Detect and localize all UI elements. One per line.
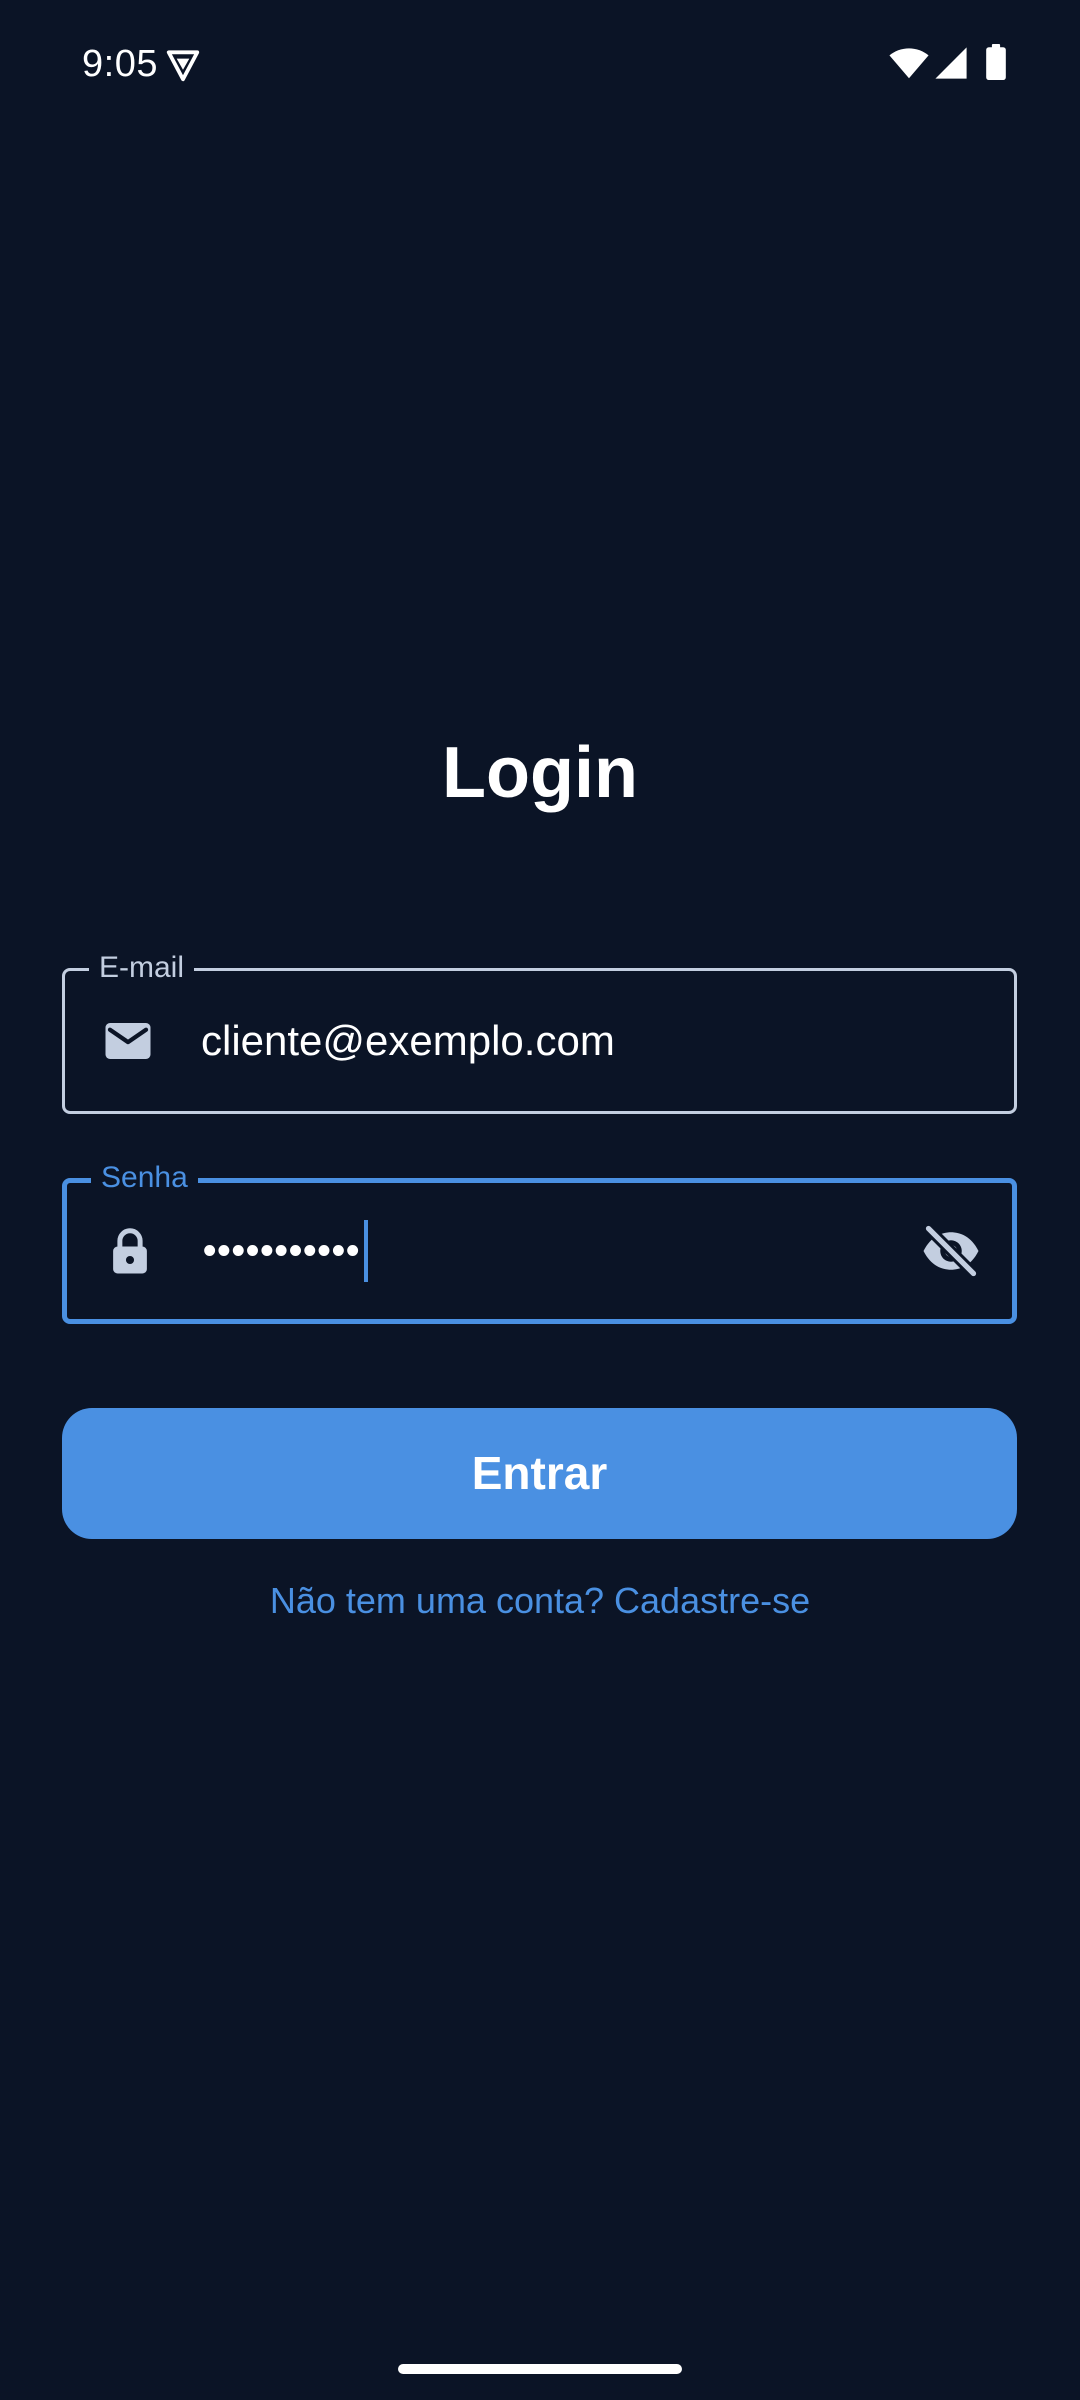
login-screen: 9:05 Login E-mail cliente@exemplo.com Se… [0,0,1080,2400]
password-field-label: Senha [91,1159,198,1197]
register-link[interactable]: Não tem uma conta? Cadastre-se [0,1578,1080,1624]
visibility-toggle-button[interactable] [916,1216,986,1286]
password-field[interactable]: Senha ••••••••••• [62,1159,1017,1324]
mail-icon [105,1023,151,1059]
visibility-off-icon [922,1222,980,1280]
email-field-label: E-mail [89,949,195,987]
login-button[interactable]: Entrar [62,1408,1017,1539]
status-bar: 9:05 [0,0,1080,130]
status-time: 9:05 [82,43,158,85]
password-field-value[interactable]: ••••••••••• [203,1220,369,1282]
battery-icon [986,44,1006,80]
wifi-icon [889,48,929,79]
gesture-navigation-bar[interactable] [398,2364,682,2374]
password-masked-text: ••••••••••• [203,1230,361,1272]
email-field-value[interactable]: cliente@exemplo.com [201,1015,615,1067]
app-shield-icon [166,50,200,82]
email-field[interactable]: E-mail cliente@exemplo.com [62,949,1017,1114]
lock-icon [113,1228,147,1274]
page-title: Login [442,733,638,813]
cell-signal-icon [935,47,967,79]
text-cursor [364,1220,369,1282]
